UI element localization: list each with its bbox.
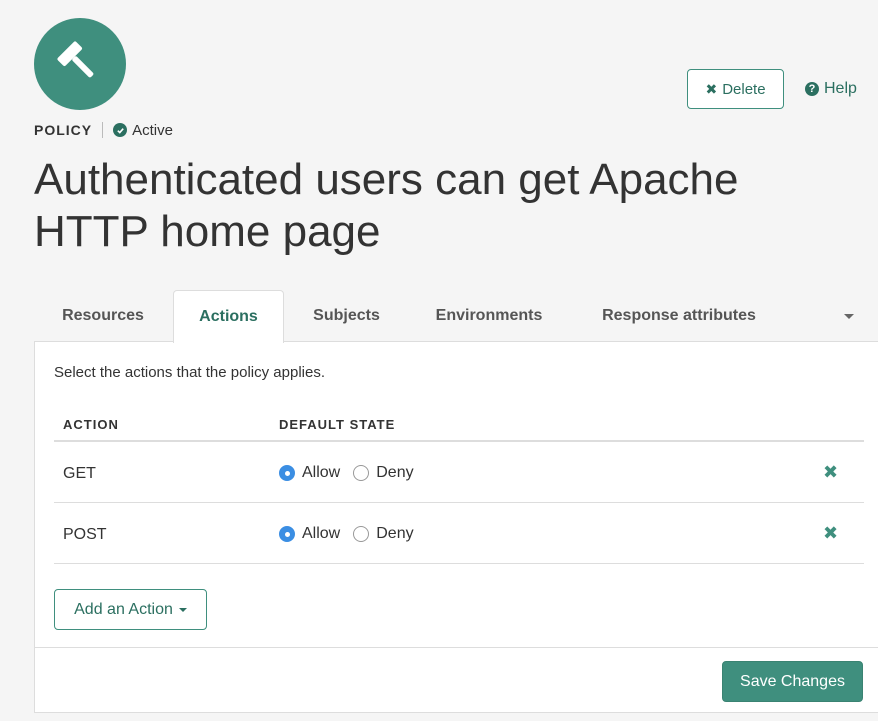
tab-label: Actions — [199, 308, 258, 325]
tab-environments[interactable]: Environments — [409, 290, 569, 342]
deny-radio[interactable] — [353, 526, 370, 542]
remove-action-icon[interactable]: ✖ — [823, 462, 838, 483]
column-header-action: ACTION — [63, 417, 119, 432]
save-changes-label: Save Changes — [740, 672, 845, 690]
deny-label: Deny — [376, 525, 414, 542]
policy-type-label: POLICY — [34, 122, 93, 138]
tab-subjects[interactable]: Subjects — [284, 290, 409, 342]
action-name: GET — [63, 465, 96, 482]
delete-button-label: Delete — [722, 80, 766, 98]
default-state-radio-group: Allow Deny — [279, 464, 427, 482]
action-name: POST — [63, 526, 107, 543]
allow-label: Allow — [302, 525, 341, 542]
add-action-button[interactable]: Add an Action — [54, 589, 207, 630]
panel-footer-divider — [35, 647, 878, 648]
chevron-down-icon[interactable] — [844, 314, 854, 319]
status-badge: Active — [113, 122, 173, 139]
tab-label: Response attributes — [602, 307, 756, 324]
tab-label: Subjects — [313, 307, 380, 324]
page-title: Authenticated users can get Apache HTTP … — [34, 155, 739, 256]
gavel-icon — [57, 41, 94, 78]
check-circle-icon — [113, 123, 128, 137]
tab-label: Environments — [435, 307, 543, 324]
policy-tabs: Resources Actions Subjects Environments … — [34, 290, 878, 343]
meta-divider — [102, 122, 104, 138]
delete-button[interactable]: ✖ Delete — [687, 69, 784, 109]
add-action-label: Add an Action — [74, 600, 173, 618]
close-icon: ✖ — [705, 80, 718, 97]
remove-action-icon[interactable]: ✖ — [823, 523, 838, 544]
policy-avatar — [34, 18, 126, 110]
allow-radio[interactable] — [279, 465, 295, 481]
table-row: GET Allow Deny ✖ — [54, 442, 864, 503]
allow-radio[interactable] — [279, 526, 295, 542]
help-link[interactable]: ? Help — [805, 80, 857, 98]
policy-meta: POLICY Active — [34, 121, 173, 139]
tab-response-attributes[interactable]: Response attributes — [569, 290, 789, 342]
panel-instructions: Select the actions that the policy appli… — [54, 364, 325, 381]
deny-label: Deny — [376, 464, 414, 481]
table-row: POST Allow Deny ✖ — [54, 503, 864, 564]
status-text: Active — [132, 121, 173, 139]
tab-resources[interactable]: Resources — [34, 290, 172, 342]
column-header-default-state: DEFAULT STATE — [279, 417, 396, 432]
deny-radio[interactable] — [353, 465, 370, 481]
tab-label: Resources — [62, 307, 144, 324]
policy-page: POLICY Active Authenticated users can ge… — [8, 4, 878, 721]
default-state-radio-group: Allow Deny — [279, 525, 427, 543]
save-changes-button[interactable]: Save Changes — [722, 661, 863, 702]
question-circle-icon: ? — [805, 82, 819, 96]
actions-panel: Select the actions that the policy appli… — [34, 341, 878, 713]
tab-actions[interactable]: Actions — [173, 290, 284, 343]
help-link-label: Help — [824, 80, 857, 97]
caret-down-icon — [178, 607, 187, 612]
allow-label: Allow — [302, 464, 341, 481]
